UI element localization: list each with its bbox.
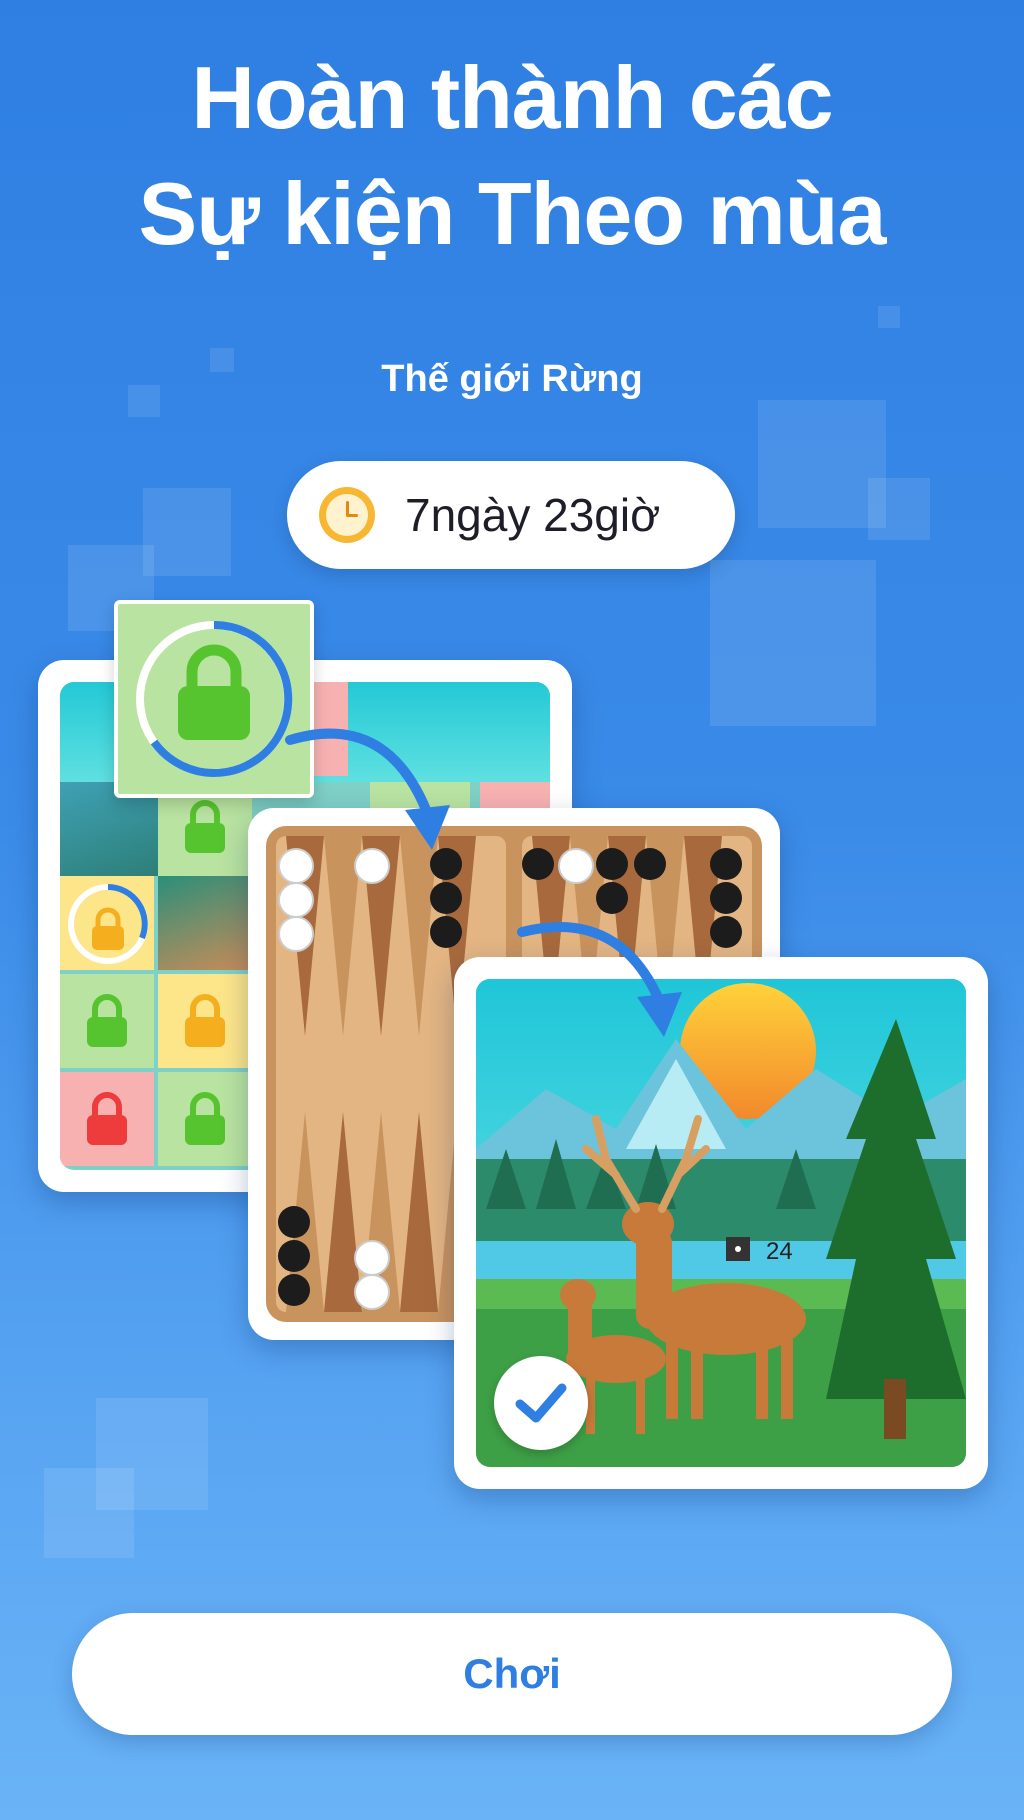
checkmark-badge — [494, 1356, 588, 1450]
bg-square — [868, 478, 930, 540]
checker-black — [278, 1240, 310, 1272]
curved-arrow-icon — [517, 922, 682, 1037]
progress-ring-icon — [68, 884, 148, 964]
checker-black — [710, 916, 742, 948]
bg-square — [758, 400, 886, 528]
checker-black — [430, 882, 462, 914]
lock-icon — [87, 1092, 127, 1145]
lock-icon — [185, 994, 225, 1047]
timer-pill: 7ngày 23giờ — [287, 461, 735, 569]
checker-white — [354, 1274, 390, 1310]
checker-black — [278, 1274, 310, 1306]
lock-icon — [185, 800, 225, 853]
checker-black — [710, 848, 742, 880]
checker-black — [430, 916, 462, 948]
checker-white — [558, 848, 594, 884]
checker-black — [634, 848, 666, 880]
time-remaining: 7ngày 23giờ — [405, 489, 661, 541]
bg-square — [710, 560, 876, 726]
lock-icon — [185, 1092, 225, 1145]
checker-black — [522, 848, 554, 880]
checker-black — [710, 882, 742, 914]
event-name: Thế giới Rừng — [381, 358, 643, 400]
clock-icon — [319, 487, 375, 543]
bg-square — [143, 488, 231, 576]
score-label: 24 — [766, 1238, 793, 1265]
lock-icon — [87, 994, 127, 1047]
bg-square — [878, 306, 900, 328]
bg-square — [44, 1468, 134, 1558]
headline: Hoàn thành các Sự kiện Theo mùa — [0, 40, 1024, 272]
headline-line-2: Sự kiện Theo mùa — [138, 164, 887, 263]
checker-white — [354, 1240, 390, 1276]
checkmark-icon — [515, 1383, 567, 1423]
curved-arrow-icon — [285, 728, 450, 850]
play-button[interactable]: Chơi — [72, 1613, 952, 1735]
checker-white — [278, 882, 314, 918]
checker-black — [278, 1206, 310, 1238]
checker-white — [278, 916, 314, 952]
headline-line-1: Hoàn thành các — [191, 48, 833, 147]
checker-black — [596, 848, 628, 880]
checker-black — [596, 882, 628, 914]
lock-icon — [178, 644, 250, 740]
